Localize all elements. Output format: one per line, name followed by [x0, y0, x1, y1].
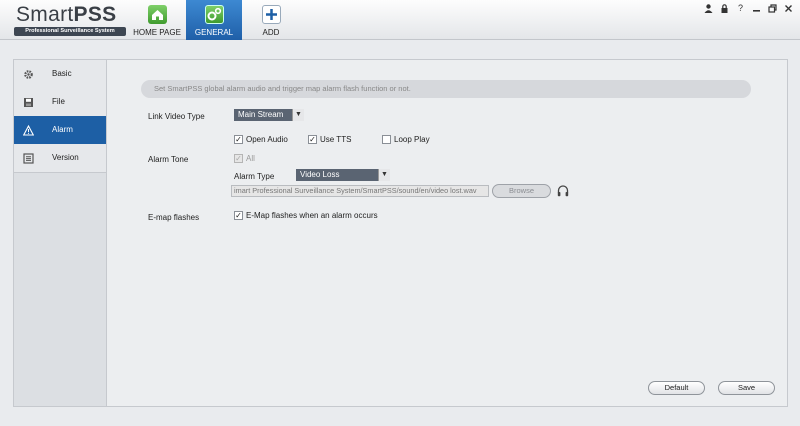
- window-controls: ?: [703, 3, 794, 15]
- open-audio-label: Open Audio: [246, 135, 288, 144]
- alarm-sound-path-field[interactable]: imart Professional Surveillance System/S…: [231, 185, 489, 197]
- sidebar-item-basic[interactable]: Basic: [14, 60, 106, 89]
- info-notice: Set SmartPSS global alarm audio and trig…: [141, 80, 751, 98]
- nav-tab-add[interactable]: ADD: [243, 0, 299, 40]
- alarm-tone-label: Alarm Tone: [148, 155, 189, 164]
- sidebar-item-version[interactable]: Version: [14, 144, 106, 173]
- open-audio-checkbox[interactable]: ✓: [234, 135, 243, 144]
- alarm-type-label: Alarm Type: [234, 172, 275, 181]
- minimize-icon[interactable]: [751, 3, 762, 14]
- save-button[interactable]: Save: [718, 381, 775, 395]
- chevron-down-icon: ▼: [292, 109, 304, 121]
- close-icon[interactable]: [783, 3, 794, 14]
- restore-icon[interactable]: [767, 3, 778, 14]
- gear-icon: [23, 69, 34, 80]
- emap-flashes-option: E-Map flashes when an alarm occurs: [246, 211, 378, 220]
- app-logo: SmartPSS Professional Surveillance Syste…: [12, 3, 130, 37]
- link-video-type-label: Link Video Type: [148, 112, 205, 121]
- loop-play-checkbox[interactable]: [382, 135, 391, 144]
- nav-tab-general[interactable]: GENERAL: [186, 0, 242, 40]
- emap-flashes-checkbox[interactable]: ✓: [234, 211, 243, 220]
- alarm-type-select[interactable]: Video Loss ▼: [296, 169, 390, 181]
- sidebar-item-label: Version: [52, 153, 79, 162]
- list-icon: [23, 153, 34, 164]
- nav-tab-general-label: GENERAL: [194, 28, 234, 37]
- use-tts-label: Use TTS: [320, 135, 352, 144]
- sidebar-item-label: File: [52, 97, 65, 106]
- nav-tab-home[interactable]: HOME PAGE: [129, 0, 185, 40]
- logo-subtitle: Professional Surveillance System: [14, 27, 126, 36]
- nav-tab-add-label: ADD: [262, 28, 280, 37]
- logo-text: SmartPSS: [16, 3, 117, 26]
- emap-flashes-label: E-map flashes: [148, 213, 200, 222]
- top-bar: SmartPSS Professional Surveillance Syste…: [0, 0, 800, 40]
- link-video-type-value: Main Stream: [238, 110, 284, 119]
- loop-play-label: Loop Play: [394, 135, 430, 144]
- sidebar-item-alarm[interactable]: Alarm: [14, 116, 106, 145]
- all-alarms-checkbox[interactable]: ✓: [234, 154, 243, 163]
- nav-tab-home-label: HOME PAGE: [133, 28, 181, 37]
- default-button[interactable]: Default: [648, 381, 705, 395]
- chevron-down-icon: ▼: [378, 169, 390, 181]
- link-video-type-select[interactable]: Main Stream ▼: [234, 109, 304, 121]
- settings-sidebar: Basic File Alarm Version: [13, 59, 107, 407]
- alarm-settings-panel: Set SmartPSS global alarm audio and trig…: [107, 59, 788, 407]
- save-icon: [23, 97, 34, 108]
- user-icon[interactable]: [703, 3, 714, 14]
- sidebar-item-file[interactable]: File: [14, 88, 106, 117]
- lock-icon[interactable]: [719, 3, 730, 14]
- sidebar-item-label: Alarm: [52, 125, 73, 134]
- all-alarms-label: All: [246, 154, 255, 163]
- plus-icon: [261, 5, 281, 24]
- browse-button[interactable]: Browse: [492, 184, 551, 198]
- alarm-type-value: Video Loss: [300, 170, 340, 179]
- home-icon: [147, 5, 167, 24]
- warning-icon: [22, 124, 35, 136]
- help-icon[interactable]: ?: [735, 3, 746, 14]
- headphones-icon[interactable]: [557, 184, 569, 198]
- sidebar-item-label: Basic: [52, 69, 72, 78]
- settings-gears-icon: [204, 5, 224, 24]
- use-tts-checkbox[interactable]: ✓: [308, 135, 317, 144]
